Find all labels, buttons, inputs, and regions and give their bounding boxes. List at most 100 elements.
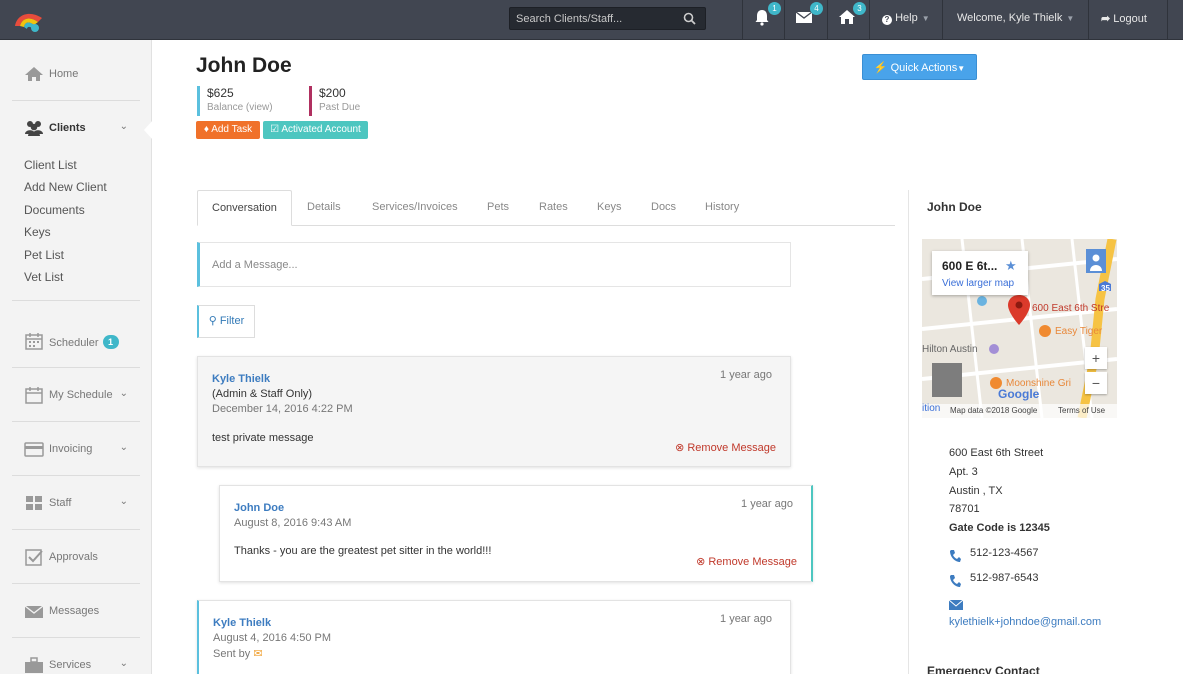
submenu-vet-list[interactable]: Vet List [24,269,107,291]
chevron-down-icon: ⌄ [119,658,128,669]
times-circle-icon: ⊗ [675,442,685,454]
message-ago: 1 year ago [720,613,772,625]
sidebar-item-staff[interactable]: Staff ⌄ [12,476,140,530]
times-circle-icon: ⊗ [696,556,706,568]
address-line: Apt. 3 [949,466,978,478]
add-task-label: Add Task [211,124,253,135]
tab-pets[interactable]: Pets [473,190,523,226]
view-larger-map-link[interactable]: View larger map [942,278,1014,289]
search-icon[interactable] [683,12,696,25]
scheduler-label: Scheduler [49,337,99,349]
remove-message-button[interactable]: ⊗ Remove Message [696,555,797,568]
calendar-empty-icon [25,387,43,404]
sidebar-item-services[interactable]: Services ⌄ [12,638,140,674]
sidebar-label: Invoicing [49,443,93,455]
address-line: 600 East 6th Street [949,447,1044,459]
search-box [509,7,706,30]
sidebar: Home Clients ⌄ Client List Add New Clien… [0,40,153,674]
message-body: test private message [212,432,314,444]
map-zoom-in-button[interactable]: + [1085,347,1107,369]
sidebar-label: Scheduler 1 [49,335,119,349]
envelope-icon [949,600,963,610]
check-square-icon: ☑ [270,124,280,135]
remove-message-button[interactable]: ⊗ Remove Message [675,441,776,454]
submenu-pet-list[interactable]: Pet List [24,247,107,269]
sidebar-item-scheduler[interactable]: Scheduler 1 [12,314,140,368]
message-author[interactable]: Kyle Thielk [212,373,270,385]
submenu-add-new-client[interactable]: Add New Client [24,179,107,201]
activated-label: Activated Account [281,124,361,135]
star-icon[interactable]: ★ [1005,258,1017,274]
phone-icon [950,550,961,562]
envelope-icon: ✉ [253,648,263,660]
add-task-button[interactable]: ♦ Add Task [196,121,260,139]
caret-down-icon: ▼ [1066,14,1075,23]
page-title: John Doe [196,54,292,77]
map-card-title: 600 E 6t... [942,259,998,273]
divider [942,0,943,40]
sidebar-item-messages[interactable]: Messages [12,584,140,638]
quick-actions-button[interactable]: ⚡ Quick Actions▼ [862,54,977,80]
top-bar: 1 4 3 ? Help▼ Welcome, Kyle Thielk▼ ➦ Lo… [0,0,1183,40]
message-card: Kyle Thielk (Admin & Staff Only) Decembe… [197,356,791,467]
scheduler-badge: 1 [102,335,119,349]
help-menu[interactable]: ? Help ▼ [882,12,930,25]
tab-rates[interactable]: Rates [525,190,582,226]
tab-conversation[interactable]: Conversation [197,190,292,226]
message-input[interactable] [200,243,790,286]
remove-label: Remove Message [687,442,776,454]
activated-account-button[interactable]: ☑ Activated Account [263,121,368,139]
sidebar-item-invoicing[interactable]: Invoicing ⌄ [12,422,140,476]
logout-label: Logout [1113,13,1147,25]
sidebar-item-approvals[interactable]: Approvals [12,530,140,584]
submenu-documents[interactable]: Documents [24,202,107,224]
alerts-button[interactable]: 1 [753,2,781,30]
home-badge: 3 [853,2,866,15]
past-due-stat: $200 Past Due [309,86,360,116]
divider [869,0,870,40]
app-logo-icon[interactable] [12,6,46,34]
tab-details[interactable]: Details [293,190,355,226]
messages-button[interactable]: 4 [795,2,823,30]
client-tabs: Conversation Details Services/Invoices P… [197,190,895,226]
map-data-credit: Map data ©2018 Google [950,406,1038,415]
tab-services-invoices[interactable]: Services/Invoices [358,190,472,226]
tab-keys[interactable]: Keys [583,190,635,226]
sent-by-label: Sent by [213,648,251,660]
logout-button[interactable]: ➦ Logout [1101,12,1147,25]
map-place-label: Hilton Austin [922,344,978,355]
tab-docs[interactable]: Docs [637,190,690,226]
tab-history[interactable]: History [691,190,753,226]
map-place-label: ition [922,403,941,414]
search-input[interactable] [510,8,705,29]
caret-down-icon: ▼ [957,64,966,73]
phone-number[interactable]: 512-123-4567 [970,547,1039,559]
phone-number[interactable]: 512-987-6543 [970,572,1039,584]
alerts-badge: 1 [768,2,781,15]
balance-stat[interactable]: $625 Balance (view) [197,86,273,116]
sidebar-item-home[interactable]: Home [12,47,140,101]
divider [908,190,909,674]
message-ago: 1 year ago [741,498,793,510]
share-icon: ➦ [1101,13,1111,25]
filter-button[interactable]: ⚲ Filter [197,305,255,338]
past-due-label: Past Due [319,102,361,113]
sidebar-label: Clients [49,122,86,134]
users-icon [25,121,43,136]
message-author[interactable]: Kyle Thielk [213,617,271,629]
bell-icon: ♦ [203,124,209,135]
email-link[interactable]: kylethielk+johndoe@gmail.com [949,616,1101,628]
message-author[interactable]: John Doe [234,502,284,514]
map-terms-link[interactable]: Terms of Use [1058,406,1105,415]
submenu-keys[interactable]: Keys [24,224,107,246]
submenu-client-list[interactable]: Client List [24,157,107,179]
sidebar-label: Approvals [49,551,98,563]
map-zoom-out-button[interactable]: − [1085,372,1107,394]
user-menu[interactable]: Welcome, Kyle Thielk ▼ [957,12,1074,24]
briefcase-icon [25,657,43,673]
location-map[interactable]: 600 E 6t... View larger map ★ 35 600 Eas… [922,239,1117,418]
home-notifications-button[interactable]: 3 [838,2,866,30]
message-composer [197,242,791,287]
quick-actions-label: Quick Actions [890,62,958,74]
sidebar-item-my-schedule[interactable]: My Schedule ⌄ [12,368,140,422]
